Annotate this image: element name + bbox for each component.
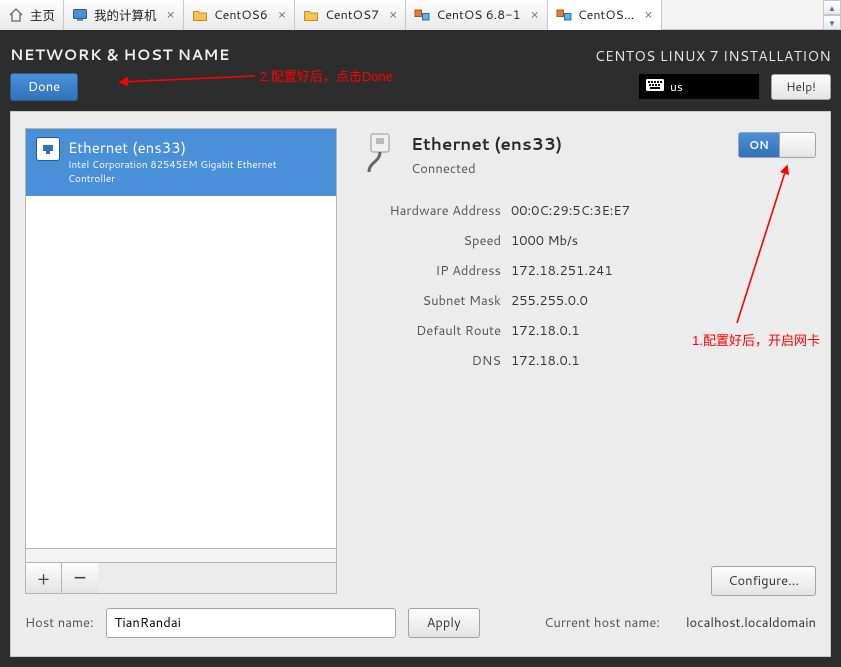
installer-header: NETWORK & HOST NAME Done CENTOS LINUX 7 … (10, 38, 831, 111)
hostname-label: Host name: (25, 614, 94, 632)
tab-label: 主页 (30, 5, 55, 25)
tab-scroll: ▲ ▼ (823, 0, 841, 30)
plug-icon (361, 132, 399, 170)
kv-key: Subnet Mask (361, 292, 501, 310)
kv-key: Hardware Address (361, 202, 501, 220)
kv-key: IP Address (361, 262, 501, 280)
nic-details: Ethernet (ens33) Connected ON Hardware A… (361, 128, 816, 594)
tab-label: CentOS... (578, 6, 635, 24)
nic-panel: Ethernet (ens33) Intel Corporation 82545… (25, 128, 337, 594)
tab-label: CentOS7 (325, 6, 379, 24)
help-button[interactable]: Help! (771, 74, 831, 100)
kv-val: 00:0C:29:5C:3E:E7 (511, 202, 630, 220)
nic-scrollbar[interactable] (25, 549, 337, 563)
kv-row: Default Route 172.18.0.1 (361, 316, 816, 346)
ethernet-icon (36, 137, 60, 161)
close-icon[interactable]: × (385, 6, 397, 24)
tab-scroll-down[interactable]: ▼ (823, 15, 841, 30)
toggle-grip (779, 133, 815, 157)
kv-val: 172.18.0.1 (511, 352, 580, 370)
tab-centos6[interactable]: CentOS6 × (184, 0, 295, 30)
configure-button[interactable]: Configure... (711, 566, 816, 596)
current-hostname-value: localhost.localdomain (686, 614, 816, 632)
kv-row: Subnet Mask 255.255.0.0 (361, 286, 816, 316)
home-icon (8, 7, 24, 23)
guest-screen: NETWORK & HOST NAME Done CENTOS LINUX 7 … (0, 30, 841, 667)
tab-scroll-up[interactable]: ▲ (823, 0, 841, 15)
close-icon[interactable]: × (163, 6, 175, 24)
nic-details-status: Connected (411, 160, 562, 178)
close-icon[interactable]: × (274, 6, 286, 24)
tab-centos681[interactable]: CentOS 6.8-1 × (406, 0, 547, 30)
current-hostname-label: Current host name: (544, 614, 660, 632)
kv-key: Speed (361, 232, 501, 250)
nic-item-desc: Intel Corporation 82545EM Gigabit Ethern… (68, 158, 326, 186)
kv-val: 172.18.251.241 (511, 262, 613, 280)
folder-icon (303, 7, 319, 23)
folder-icon (192, 7, 208, 23)
tab-label: 我的计算机 (94, 5, 157, 25)
tab-centos-active[interactable]: CentOS... × (548, 0, 662, 30)
kv-row: IP Address 172.18.251.241 (361, 256, 816, 286)
nic-kv-list: Hardware Address 00:0C:29:5C:3E:E7 Speed 1… (361, 196, 816, 376)
tab-home[interactable]: 主页 (0, 0, 64, 30)
kv-row: Speed 1000 Mb/s (361, 226, 816, 256)
installer-subtitle: CENTOS LINUX 7 INSTALLATION (595, 46, 831, 66)
nic-details-title: Ethernet (ens33) (411, 132, 562, 156)
nic-list[interactable]: Ethernet (ens33) Intel Corporation 82545… (25, 128, 337, 549)
kv-val: 255.255.0.0 (511, 292, 588, 310)
hostname-row: Host name: Apply Current host name: loca… (25, 608, 816, 638)
nic-buttons: + − (25, 563, 337, 594)
nic-item-name: Ethernet (ens33) (68, 137, 326, 158)
installer-body: Ethernet (ens33) Intel Corporation 82545… (10, 111, 831, 657)
remove-nic-button[interactable]: − (62, 563, 98, 593)
tab-centos7[interactable]: CentOS7 × (295, 0, 406, 30)
app-tab-bar: 主页 我的计算机 × CentOS6 × CentOS7 × CentOS 6.… (0, 0, 841, 30)
nic-item[interactable]: Ethernet (ens33) Intel Corporation 82545… (26, 129, 336, 196)
kv-row: DNS 172.18.0.1 (361, 346, 816, 376)
vm-icon (414, 7, 430, 23)
kv-key: DNS (361, 352, 501, 370)
page-title: NETWORK & HOST NAME (10, 44, 230, 65)
close-icon[interactable]: × (527, 6, 539, 24)
tab-label: CentOS 6.8-1 (436, 6, 520, 24)
kv-val: 1000 Mb/s (511, 232, 578, 250)
kv-val: 172.18.0.1 (511, 322, 580, 340)
tab-label: CentOS6 (214, 6, 268, 24)
toggle-on-label: ON (739, 133, 779, 157)
keyboard-icon (646, 78, 664, 95)
add-nic-button[interactable]: + (26, 563, 62, 593)
done-button[interactable]: Done (10, 73, 78, 101)
vm-icon (556, 7, 572, 23)
tab-my-computer[interactable]: 我的计算机 × (64, 0, 184, 30)
monitor-icon (72, 7, 88, 23)
annotation-two: 2.配置好后，点击Done (260, 66, 393, 85)
hostname-input[interactable] (106, 608, 396, 638)
kv-key: Default Route (361, 322, 501, 340)
keyboard-layout-indicator[interactable]: us (639, 74, 759, 99)
keyboard-layout-value: us (670, 78, 683, 95)
kv-row: Hardware Address 00:0C:29:5C:3E:E7 (361, 196, 816, 226)
apply-button[interactable]: Apply (408, 608, 480, 638)
close-icon[interactable]: × (640, 6, 652, 24)
nic-toggle[interactable]: ON (738, 132, 816, 158)
